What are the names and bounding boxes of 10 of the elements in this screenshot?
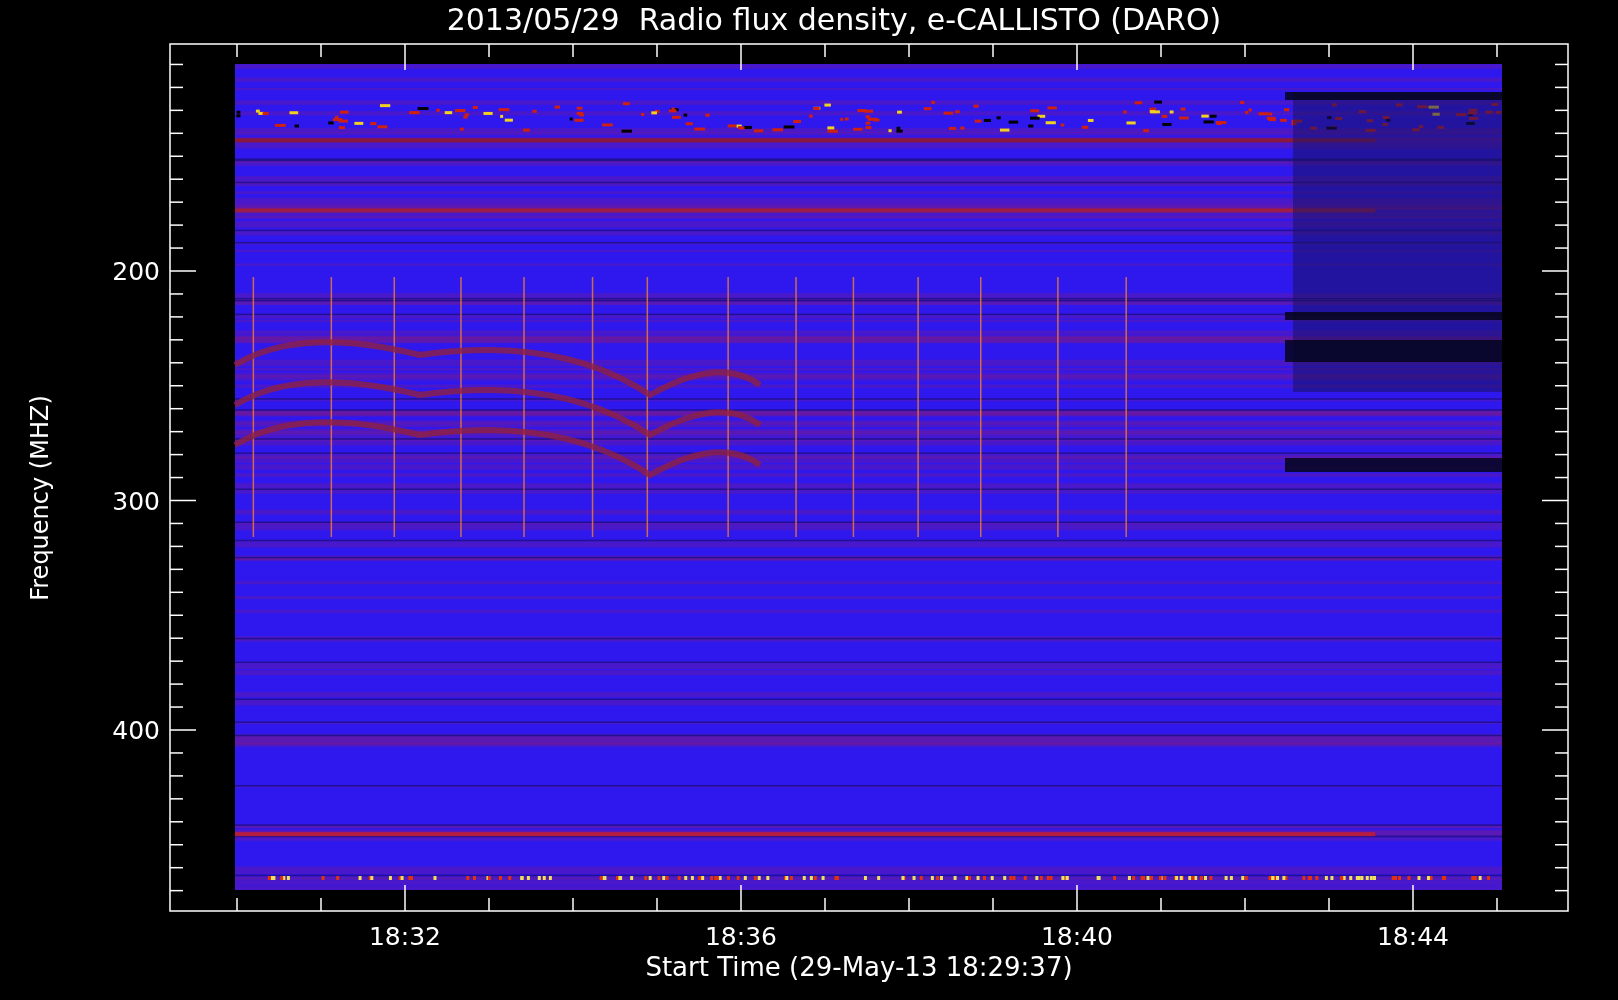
y-axis-label: Frequency (MHZ) [26,395,54,601]
x-tick-label: 18:40 [1041,922,1113,951]
y-tick-label: 300 [112,486,160,516]
x-tick-label: 18:36 [705,922,777,951]
plot-title: 2013/05/29 Radio flux density, e-CALLISTO (DARO) [445,1,1222,39]
y-tick-label: 400 [112,716,160,745]
x-axis-label: Start Time (29-May-13 18:29:37) [644,952,1073,982]
x-tick-label: 18:44 [1377,922,1449,951]
y-tick-label: 200 [112,257,160,286]
x-tick-label: 18:32 [369,922,441,951]
